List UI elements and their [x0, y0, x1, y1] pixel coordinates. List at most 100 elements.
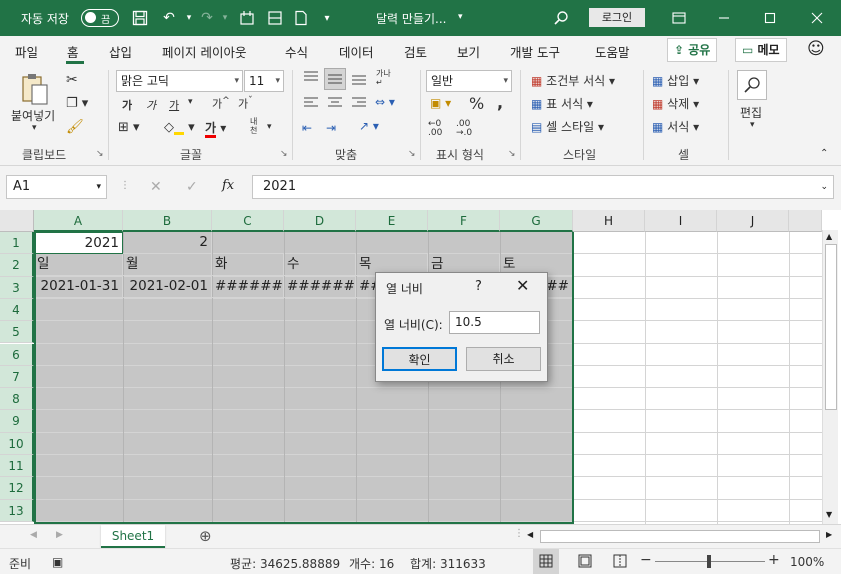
cell-b1[interactable]: 2	[123, 232, 212, 254]
redo-dropdown-icon[interactable]: ▾	[214, 7, 236, 29]
column-header-h[interactable]: H	[573, 210, 645, 232]
vertical-scroll-thumb[interactable]	[825, 244, 837, 410]
scroll-up-icon[interactable]: ▲	[826, 232, 832, 241]
status-sum[interactable]: 합계: 311633	[410, 555, 486, 572]
cell-b3[interactable]: 2021-02-01	[123, 276, 212, 298]
align-top-icon[interactable]	[302, 70, 320, 89]
cancel-button[interactable]: 취소	[466, 347, 541, 371]
autosave-toggle[interactable]: 끔	[81, 9, 119, 27]
formula-input[interactable]: 2021 ⌄	[252, 175, 834, 199]
row-header[interactable]: 12	[0, 477, 34, 500]
cell-styles-button[interactable]: ▤ 셀 스타일 ▾	[531, 118, 604, 135]
login-button[interactable]: 로그인	[589, 8, 645, 27]
cell-a2[interactable]: 일	[34, 254, 123, 276]
column-header-a[interactable]: A	[34, 210, 123, 232]
row-header[interactable]: 3	[0, 276, 34, 299]
increase-indent-icon[interactable]: ⇥	[326, 121, 336, 135]
tab-split-handle-icon[interactable]: ⋮	[514, 528, 524, 539]
ribbon-display-icon[interactable]	[656, 0, 702, 36]
cell-d2[interactable]: 수	[284, 254, 356, 276]
page-layout-view-icon[interactable]	[578, 554, 592, 571]
column-header-d[interactable]: D	[284, 210, 356, 232]
font-name-select[interactable]: 맑은 고딕 ▾	[116, 70, 243, 92]
save-icon[interactable]	[129, 7, 151, 29]
tab-review[interactable]: 검토	[404, 42, 427, 61]
form-icon[interactable]	[236, 7, 258, 29]
tab-developer[interactable]: 개발 도구	[510, 42, 560, 61]
row-header[interactable]: 10	[0, 432, 34, 455]
scroll-right-icon[interactable]: ▶	[826, 530, 832, 539]
horizontal-scroll-thumb[interactable]	[540, 530, 820, 543]
scroll-left-icon[interactable]: ◀	[527, 530, 533, 539]
clipboard-launcher-icon[interactable]: ↘	[96, 149, 104, 159]
underline-button[interactable]: 가	[169, 97, 179, 113]
format-painter-icon[interactable]: 🖌	[66, 119, 84, 135]
memo-button[interactable]: ▭ 메모	[735, 38, 787, 62]
layout-icon[interactable]	[264, 7, 286, 29]
cut-icon[interactable]: ✂	[66, 72, 78, 88]
row-header[interactable]: 5	[0, 321, 34, 344]
fill-color-icon[interactable]: ◇ ▾	[164, 120, 195, 135]
conditional-format-button[interactable]: ▦ 조건부 서식 ▾	[531, 72, 615, 89]
title-dropdown-icon[interactable]: ▾	[458, 12, 463, 22]
increase-font-button[interactable]: 가^	[212, 95, 230, 112]
document-title[interactable]: 달력 만들기...	[376, 10, 446, 27]
help-icon[interactable]: ?	[475, 279, 482, 294]
minimize-icon[interactable]	[701, 0, 747, 36]
cell-a1[interactable]: 2021	[34, 232, 123, 254]
merge-center-icon[interactable]: ⇔ ▾	[375, 95, 395, 109]
accessibility-icon[interactable]: ▣	[52, 555, 63, 569]
row-header[interactable]: 6	[0, 343, 34, 366]
row-header[interactable]: 8	[0, 388, 34, 411]
customize-qat-icon[interactable]: ▾	[316, 7, 338, 29]
row-header[interactable]: 4	[0, 298, 34, 322]
prev-sheet-icon[interactable]: ◀	[30, 530, 37, 540]
zoom-in-icon[interactable]: +	[768, 552, 780, 568]
row-header[interactable]: 1	[0, 232, 34, 255]
tab-data[interactable]: 데이터	[339, 42, 374, 61]
page-break-view-icon[interactable]	[613, 554, 627, 571]
tab-page-layout[interactable]: 페이지 레이아웃	[162, 42, 246, 61]
row-header[interactable]: 7	[0, 365, 34, 389]
column-header-b[interactable]: B	[123, 210, 212, 232]
column-width-input[interactable]: 10.5	[449, 311, 540, 334]
tab-insert[interactable]: 삽입	[109, 42, 132, 61]
confirm-entry-icon[interactable]: ✓	[186, 179, 198, 195]
tab-view[interactable]: 보기	[457, 42, 480, 61]
tab-help[interactable]: 도움말	[595, 42, 630, 61]
vertical-scrollbar[interactable]: ▲ ▼	[822, 230, 838, 524]
number-format-select[interactable]: 일반 ▾	[426, 70, 512, 92]
tab-file[interactable]: 파일	[15, 42, 38, 61]
row-header[interactable]: 2	[0, 254, 34, 277]
zoom-slider-handle[interactable]	[707, 555, 711, 568]
row-header[interactable]: 11	[0, 455, 34, 478]
align-center-icon[interactable]	[326, 96, 344, 113]
font-color-button[interactable]: 가 ▾	[205, 119, 226, 138]
alignment-launcher-icon[interactable]: ↘	[408, 149, 416, 159]
normal-view-icon[interactable]	[533, 549, 559, 574]
status-count[interactable]: 개수: 16	[349, 555, 394, 572]
maximize-icon[interactable]	[747, 0, 793, 36]
ok-button[interactable]: 확인	[382, 347, 457, 371]
font-launcher-icon[interactable]: ↘	[280, 149, 288, 159]
insert-function-icon[interactable]: fx	[222, 178, 234, 193]
column-header-g[interactable]: G	[500, 210, 573, 232]
name-box[interactable]: A1 ▾	[6, 175, 107, 199]
sheet-tab-sheet1[interactable]: Sheet1	[101, 525, 165, 549]
number-launcher-icon[interactable]: ↘	[508, 149, 516, 159]
cancel-entry-icon[interactable]: ✕	[150, 179, 162, 195]
tab-home[interactable]: 홈	[67, 42, 79, 61]
percent-icon[interactable]: %	[469, 94, 484, 113]
format-as-table-button[interactable]: ▦ 표 서식 ▾	[531, 95, 593, 112]
feedback-smiley-icon[interactable]: ☺	[807, 39, 825, 59]
align-middle-icon[interactable]	[324, 68, 346, 90]
italic-button[interactable]: 가	[146, 97, 156, 113]
column-header-i[interactable]: I	[645, 210, 717, 232]
column-header-c[interactable]: C	[212, 210, 284, 232]
column-header-e[interactable]: E	[356, 210, 428, 232]
row-header[interactable]: 9	[0, 410, 34, 433]
cell-b2[interactable]: 월	[123, 254, 212, 276]
status-average[interactable]: 평균: 34625.88889	[230, 555, 340, 572]
editing-dropdown-icon[interactable]: ▾	[750, 120, 755, 130]
scroll-down-icon[interactable]: ▼	[826, 510, 832, 519]
